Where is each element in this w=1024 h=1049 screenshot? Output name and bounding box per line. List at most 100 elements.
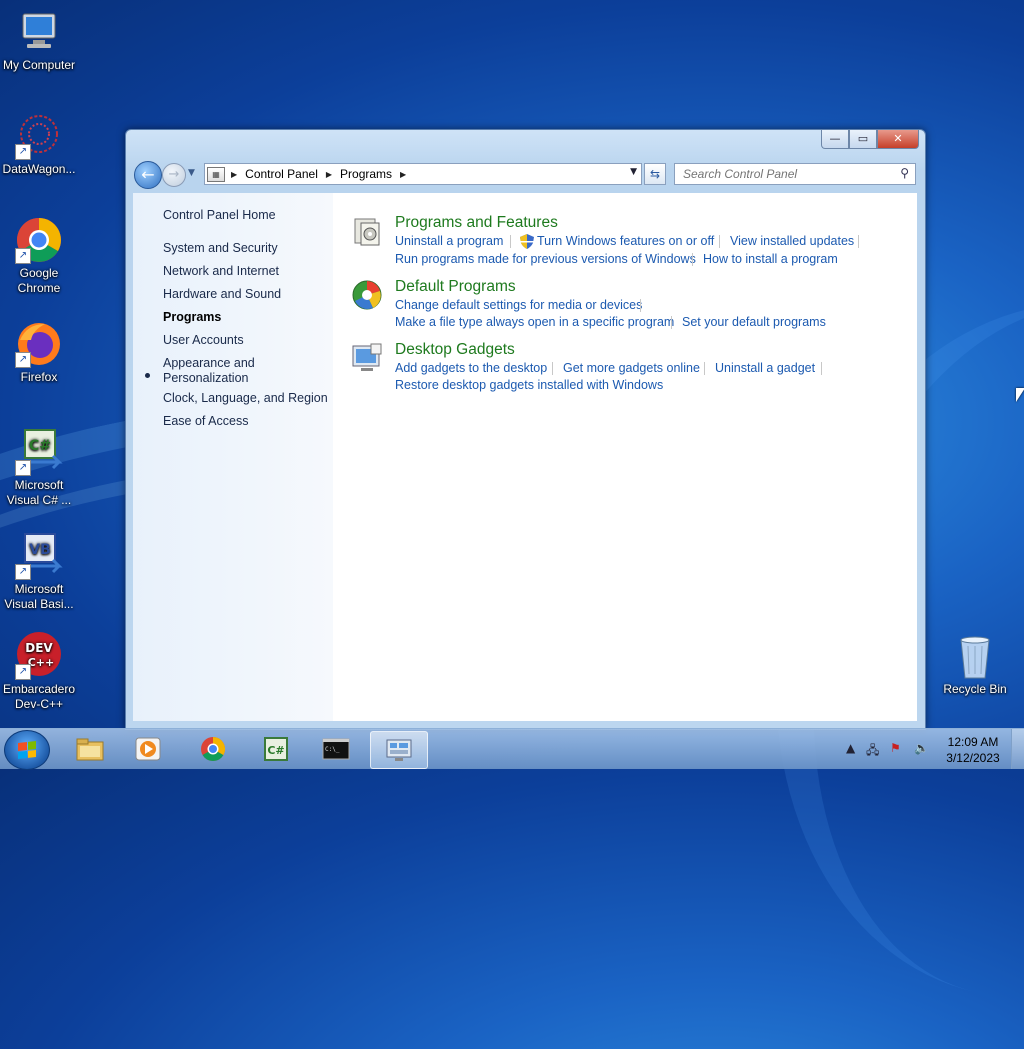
taskbar-chrome[interactable] — [185, 731, 241, 767]
chrome-icon: ↗ — [15, 216, 63, 264]
desktop-gadgets-icon[interactable] — [351, 342, 383, 374]
volume-icon[interactable]: 🔈 — [914, 741, 929, 755]
address-bar[interactable]: ▦ ▶ Control Panel ▶ Programs ▶ ▼ — [204, 163, 642, 185]
taskbar-file-explorer[interactable] — [62, 731, 118, 767]
recent-pages-dropdown-icon[interactable]: ▼ — [188, 168, 195, 178]
svg-text:C#: C# — [29, 438, 51, 454]
file-type-association-link[interactable]: Make a file type always open in a specif… — [395, 315, 674, 329]
taskbar-media-player[interactable] — [120, 731, 176, 767]
selected-bullet-icon — [145, 373, 150, 378]
forward-button[interactable]: → — [162, 163, 186, 187]
windows-features-link[interactable]: Turn Windows features on or off — [537, 234, 714, 248]
refresh-icon: ⇆ — [649, 167, 661, 181]
uninstall-program-link[interactable]: Uninstall a program — [395, 234, 503, 248]
back-arrow-icon: ← — [141, 165, 155, 184]
more-gadgets-online-link[interactable]: Get more gadgets online — [563, 361, 700, 375]
link-divider — [552, 362, 553, 375]
desktop-icon-visual-basic[interactable]: VB ↗ Microsoft Visual Basi... — [0, 532, 78, 612]
refresh-button[interactable]: ⇆ — [644, 163, 666, 185]
taskbar-visual-csharp[interactable]: C# — [248, 731, 304, 767]
breadcrumb-control-panel[interactable]: Control Panel — [245, 167, 318, 181]
set-default-programs-link[interactable]: Set your default programs — [682, 315, 826, 329]
desktop-icon-label: Recycle Bin — [943, 682, 1007, 696]
show-hidden-icons-button[interactable]: ▲ — [846, 741, 855, 755]
breadcrumb-separator-icon[interactable]: ▶ — [400, 170, 406, 179]
add-gadgets-link[interactable]: Add gadgets to the desktop — [395, 361, 547, 375]
taskbar-control-panel[interactable] — [370, 731, 428, 769]
media-player-icon — [135, 737, 161, 761]
link-divider — [821, 362, 822, 375]
search-input[interactable] — [681, 166, 885, 182]
desktop-icon-datawagon[interactable]: ↗ DataWagon... — [0, 112, 78, 177]
chrome-icon — [201, 737, 226, 762]
link-divider — [510, 235, 511, 248]
link-divider — [858, 235, 859, 248]
taskbar-command-prompt[interactable]: C:\_ — [308, 731, 364, 767]
restore-gadgets-link[interactable]: Restore desktop gadgets installed with W… — [395, 378, 663, 392]
shortcut-arrow-icon: ↗ — [15, 564, 31, 580]
action-center-flag-icon[interactable]: ⚑ — [890, 741, 901, 755]
desktop-icon-visual-csharp[interactable]: C# ↗ Microsoft Visual C# ... — [0, 428, 78, 508]
address-history-dropdown-icon[interactable]: ▼ — [630, 167, 637, 177]
sidebar-item-hardware-sound[interactable]: Hardware and Sound — [163, 287, 281, 302]
devcpp-icon: DEV C++ ↗ — [15, 632, 63, 680]
desktop-icon-my-computer[interactable]: My Computer — [0, 8, 78, 73]
programs-features-icon[interactable] — [351, 215, 383, 247]
default-programs-title[interactable]: Default Programs — [395, 278, 516, 296]
shortcut-arrow-icon: ↗ — [15, 664, 31, 680]
desktop-icon-label: Google Chrome — [17, 266, 61, 295]
desktop-icon-recycle-bin[interactable]: Recycle Bin — [936, 632, 1014, 697]
breadcrumb-separator-icon[interactable]: ▶ — [326, 170, 332, 179]
breadcrumb-separator-icon[interactable]: ▶ — [231, 170, 237, 179]
svg-text:VB: VB — [29, 542, 51, 558]
desktop-gadgets-title[interactable]: Desktop Gadgets — [395, 341, 515, 359]
search-box[interactable]: ⚲ — [674, 163, 916, 185]
control-panel-icon — [386, 739, 412, 761]
default-programs-icon[interactable] — [351, 279, 383, 311]
programs-features-title[interactable]: Programs and Features — [395, 214, 558, 232]
sidebar-item-programs[interactable]: Programs — [163, 310, 221, 325]
link-divider — [692, 253, 693, 266]
control-panel-icon: ▦ — [207, 166, 225, 182]
desktop-icon-firefox[interactable]: ↗ Firefox — [0, 320, 78, 385]
minimize-button[interactable]: — — [821, 130, 849, 149]
sidebar-item-appearance[interactable]: Appearance and Personalization — [163, 356, 283, 386]
back-button[interactable]: ← — [134, 161, 162, 189]
link-divider — [719, 235, 720, 248]
network-icon[interactable]: 🖧 — [866, 741, 879, 762]
desktop-icon-chrome[interactable]: ↗ Google Chrome — [0, 216, 78, 296]
close-button[interactable]: ✕ — [877, 130, 919, 149]
navigation-bar: ← → ▼ ▦ ▶ Control Panel ▶ Programs ▶ ▼ ⇆… — [134, 160, 917, 189]
recycle-bin-icon — [951, 632, 999, 680]
media-devices-defaults-link[interactable]: Change default settings for media or dev… — [395, 298, 642, 312]
sidebar-item-network-internet[interactable]: Network and Internet — [163, 264, 279, 279]
shortcut-arrow-icon: ↗ — [15, 460, 31, 476]
datawagon-icon: ↗ — [15, 112, 63, 160]
left-navigation-pane: Control Panel Home System and Security N… — [133, 193, 333, 721]
svg-text:C#: C# — [267, 744, 284, 757]
compatibility-link[interactable]: Run programs made for previous versions … — [395, 252, 696, 266]
shortcut-arrow-icon: ↗ — [15, 248, 31, 264]
show-desktop-button[interactable] — [1011, 729, 1024, 769]
desktop-icon-label: Microsoft Visual Basi... — [4, 582, 74, 611]
desktop-icon-label: Firefox — [20, 370, 58, 384]
search-icon[interactable]: ⚲ — [900, 166, 909, 180]
control-panel-home-link[interactable]: Control Panel Home — [163, 208, 276, 223]
desktop-icon-label: DataWagon... — [2, 162, 76, 176]
breadcrumb-programs[interactable]: Programs — [340, 167, 392, 181]
clock-date: 3/12/2023 — [946, 751, 1000, 765]
how-to-install-link[interactable]: How to install a program — [703, 252, 838, 266]
control-panel-window: — ▭ ✕ ← → ▼ ▦ ▶ Control Panel ▶ Programs… — [125, 129, 926, 730]
visual-basic-icon: VB ↗ — [15, 532, 63, 580]
sidebar-item-ease-of-access[interactable]: Ease of Access — [163, 414, 248, 429]
desktop-icon-devcpp[interactable]: DEV C++ ↗ Embarcadero Dev-C++ — [0, 632, 78, 712]
sidebar-item-user-accounts[interactable]: User Accounts — [163, 333, 244, 348]
link-divider — [704, 362, 705, 375]
start-button[interactable] — [4, 730, 50, 770]
maximize-button[interactable]: ▭ — [849, 130, 877, 149]
sidebar-item-clock-language-region[interactable]: Clock, Language, and Region — [163, 391, 328, 406]
uninstall-gadget-link[interactable]: Uninstall a gadget — [715, 361, 815, 375]
installed-updates-link[interactable]: View installed updates — [730, 234, 854, 248]
sidebar-item-system-security[interactable]: System and Security — [163, 241, 278, 256]
system-clock[interactable]: 12:09 AM 3/12/2023 — [938, 734, 1008, 766]
